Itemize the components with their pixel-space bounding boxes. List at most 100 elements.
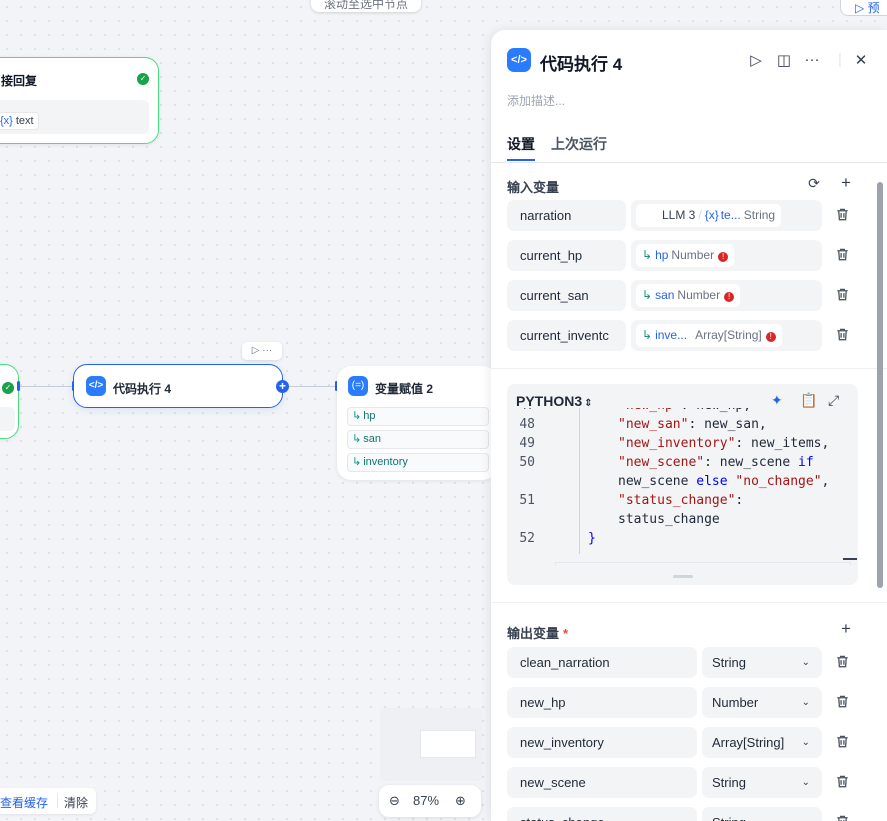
delete-icon[interactable] (834, 327, 850, 343)
zoom-out-icon[interactable]: ⊖ (389, 793, 400, 809)
code-token: : new_items, (735, 436, 830, 451)
more-icon[interactable]: ··· (803, 51, 821, 68)
copy-icon[interactable]: 📋 (800, 392, 817, 409)
minimap[interactable] (380, 708, 482, 781)
code-token: : new_hp, (681, 408, 751, 413)
delete-icon[interactable] (834, 207, 850, 223)
delete-icon[interactable] (834, 814, 850, 821)
resize-handle[interactable] (673, 575, 693, 578)
output-type-select[interactable]: String ⌄ (702, 807, 822, 821)
node-actions: ▷ ··· (242, 342, 282, 360)
type-label: String (743, 208, 776, 222)
delete-icon[interactable] (834, 287, 850, 303)
code-token: : new_san, (688, 417, 767, 432)
delete-icon[interactable] (834, 774, 850, 790)
type-label: String (712, 775, 746, 790)
output-name-field[interactable]: new_hp (507, 687, 697, 718)
add-node-handle[interactable]: + (276, 380, 289, 393)
preview-label: 预 (867, 1, 880, 15)
output-type-select[interactable]: Array[String] ⌄ (702, 727, 822, 758)
output-name-field[interactable]: status_change (507, 807, 697, 821)
input-value-selector[interactable]: ↳ hp Number! (631, 240, 822, 271)
chevron-down-icon: ⌄ (801, 697, 810, 708)
input-name-field[interactable]: current_inventc (507, 320, 626, 351)
reply-node[interactable]: 接回复 ✓ {x} text (0, 57, 159, 144)
zoom-controls: ⊖ 87% ⊕ (379, 785, 481, 817)
description-input[interactable]: 添加描述... (507, 92, 565, 109)
run-icon[interactable]: ▷ (747, 51, 765, 69)
divider (491, 368, 887, 369)
variable-assign-node[interactable]: (=) 变量赋值 2 ↳ hp ↳ san ↳ inventory (337, 366, 497, 480)
code-editor[interactable]: PYTHON3⇕ ✦ 📋 ⤢ 47 "new_hp": new_hp, 48 "new… (507, 384, 858, 585)
variable-label: hp (655, 248, 669, 262)
delete-icon[interactable] (834, 654, 850, 670)
zoom-in-icon[interactable]: ⊕ (455, 793, 466, 809)
output-name-field[interactable]: new_inventory (507, 727, 697, 758)
output-type-select[interactable]: String ⌄ (702, 647, 822, 678)
close-icon[interactable]: ✕ (852, 51, 870, 69)
output-handle[interactable] (17, 381, 20, 391)
input-name-field[interactable]: narration (507, 200, 626, 231)
divider (57, 794, 58, 808)
input-name-field[interactable]: current_hp (507, 240, 626, 271)
code-text: status_change (618, 510, 720, 529)
more-icon[interactable]: ··· (262, 345, 272, 356)
tab-settings[interactable]: 设置 (507, 134, 535, 154)
line-number: 49 (519, 436, 535, 451)
input-value-selector[interactable]: ↳ san Number! (631, 280, 822, 311)
ai-sparkle-icon[interactable]: ✦ (771, 392, 783, 409)
code-token: , (821, 474, 830, 489)
code-icon: </> (86, 376, 106, 396)
language-selector[interactable]: PYTHON3 ⇕ (516, 393, 593, 409)
language-label: PYTHON3 (516, 393, 583, 409)
output-type-select[interactable]: String ⌄ (702, 767, 822, 798)
view-cache-link[interactable]: 查看缓存 (0, 794, 48, 811)
refresh-icon[interactable]: ⟳ (805, 175, 823, 192)
active-tab-indicator (507, 159, 535, 161)
line-number: 50 (519, 455, 535, 470)
code-node-selected[interactable]: </> 代码执行 4 (73, 364, 283, 408)
code-token: "new_san" (618, 417, 689, 432)
delete-icon[interactable] (834, 247, 850, 263)
expand-icon[interactable]: ⤢ (828, 392, 839, 409)
chevron-down-icon: ⌄ (802, 807, 810, 821)
tab-last-run[interactable]: 上次运行 (551, 134, 607, 154)
link-variable-icon: ↳ (352, 410, 362, 422)
code-text: "status_change": (618, 491, 743, 510)
minimap-viewport (420, 730, 476, 758)
code-lines[interactable]: 47 "new_hp": new_hp, 48 "new_san": new_san,… (507, 408, 858, 566)
code-token: } (588, 531, 596, 546)
variable-reference: ↳ inve... Array[String]! (636, 324, 782, 347)
add-input-icon[interactable]: + (837, 173, 855, 193)
output-type-select[interactable]: Number ⌄ (702, 687, 822, 718)
panel-title[interactable]: 代码执行 4 (540, 50, 622, 75)
code-line: 47 "new_hp": new_hp, (507, 408, 858, 415)
input-value-selector[interactable]: ↳ inve... Array[String]! (631, 320, 822, 351)
input-value-selector[interactable]: LLM 3/{x} te... String (631, 200, 822, 231)
cache-bar: 查看缓存 清除 (0, 788, 96, 814)
type-label: String (712, 815, 746, 821)
output-name-field[interactable]: new_scene (507, 767, 697, 798)
panel-scrollbar[interactable] (877, 182, 883, 588)
input-name-field[interactable]: current_san (507, 280, 626, 311)
node-body (0, 407, 15, 431)
clear-cache-button[interactable]: 清除 (64, 794, 88, 811)
code-line: 52} (507, 529, 858, 548)
code-token: "new_hp" (618, 408, 681, 413)
run-node-icon[interactable]: ▷ (252, 345, 260, 356)
zoom-level[interactable]: 87% (413, 793, 439, 808)
delete-icon[interactable] (834, 694, 850, 710)
code-token: : new_scene (704, 455, 799, 470)
add-output-icon[interactable]: + (837, 619, 855, 639)
error-icon: ! (718, 252, 729, 262)
upstream-node[interactable]: ✓ (0, 364, 19, 439)
preview-button[interactable]: ▷ 预 (840, 0, 887, 16)
split-view-icon[interactable]: ◫ (775, 51, 793, 69)
scroll-to-selected-button[interactable]: 滚动至选中节点 (311, 0, 421, 12)
delete-icon[interactable] (834, 734, 850, 750)
line-number: 47 (515, 408, 535, 415)
output-name-field[interactable]: clean_narration (507, 647, 697, 678)
code-token: status_change (618, 512, 720, 527)
type-label: Number (712, 695, 759, 710)
edge (19, 386, 73, 387)
